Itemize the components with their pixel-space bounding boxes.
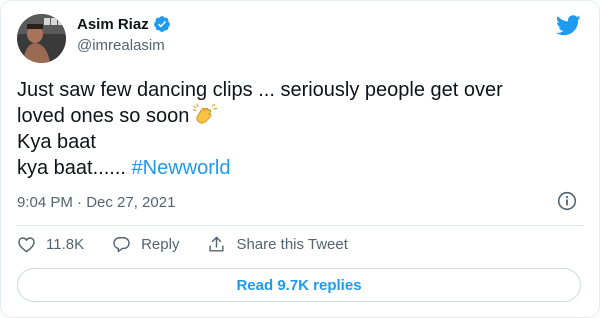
share-icon: [209, 236, 224, 252]
like-button[interactable]: 11.8K: [17, 235, 84, 254]
author-name-row[interactable]: Asim Riaz: [77, 15, 171, 33]
tweet-line-with-emoji: loved ones so soon: [17, 103, 577, 129]
tweet-line: Kya baat: [17, 131, 96, 153]
divider: [17, 225, 583, 226]
share-button[interactable]: Share this Tweet: [207, 235, 348, 254]
share-label: Share this Tweet: [236, 236, 348, 253]
like-count: 11.8K: [46, 236, 85, 253]
tweet-line-with-hashtag: kya baat...... #Newworld: [17, 155, 577, 181]
read-replies-button[interactable]: Read 9.7K replies: [17, 268, 581, 302]
tweet-text: Just saw few dancing clips ... seriously…: [17, 77, 577, 181]
hashtag-link[interactable]: #Newworld: [132, 157, 231, 179]
clapping-hands-emoji-icon: [193, 103, 218, 125]
reply-label: Reply: [141, 236, 180, 253]
tweet-line: Just saw few dancing clips ... seriously…: [17, 79, 503, 101]
heart-icon: [18, 237, 35, 253]
author-display-name[interactable]: Asim Riaz: [77, 16, 149, 33]
tweet-actions: 11.8K Reply Share this Tweet: [17, 235, 376, 254]
info-icon[interactable]: [557, 191, 577, 211]
verified-badge-icon: [153, 15, 171, 33]
reply-button[interactable]: Reply: [112, 235, 179, 254]
tweet-line: loved ones so soon: [17, 105, 190, 127]
tweet-timestamp[interactable]: 9:04 PM · Dec 27, 2021: [17, 194, 175, 211]
avatar[interactable]: [17, 14, 66, 63]
reply-icon: [113, 237, 130, 253]
tweet-card: Asim Riaz @imrealasim Just saw few danci…: [0, 0, 600, 318]
author-handle[interactable]: @imrealasim: [77, 37, 165, 54]
tweet-line: kya baat......: [17, 157, 132, 179]
twitter-bird-icon[interactable]: [556, 15, 581, 36]
